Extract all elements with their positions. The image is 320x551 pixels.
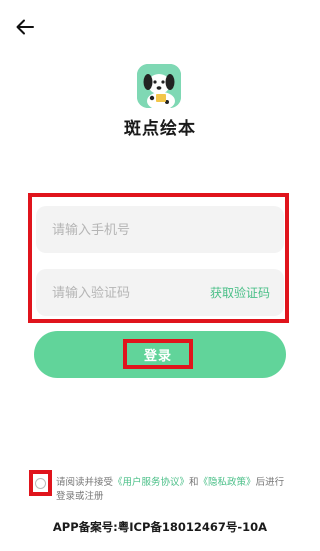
code-field[interactable]: 获取验证码 <box>36 269 284 318</box>
verification-code-input[interactable] <box>50 269 204 318</box>
arrow-left-icon <box>16 19 34 35</box>
user-agreement-link[interactable]: 《用户服务协议》 <box>113 477 189 488</box>
agreement-text: 请阅读并接受《用户服务协议》和《隐私政策》后进行登录或注册 <box>56 476 290 504</box>
agreement-conjunction: 和 <box>189 477 199 488</box>
agreement-checkbox[interactable] <box>35 477 46 489</box>
agreement-checkbox-highlight <box>29 470 52 496</box>
app-logo <box>137 64 181 108</box>
privacy-policy-link[interactable]: 《隐私政策》 <box>199 477 256 488</box>
agreement-prefix: 请阅读并接受 <box>56 477 114 488</box>
login-button-highlight: 登录 <box>123 339 193 369</box>
back-button[interactable] <box>12 14 38 40</box>
phone-field[interactable] <box>36 206 284 255</box>
login-button-label: 登录 <box>143 348 172 364</box>
dalmatian-dog-logo <box>137 64 181 108</box>
app-name: 斑点绘本 <box>124 119 196 139</box>
icp-record: APP备案号:粤ICP备18012467号-10A <box>52 520 268 534</box>
phone-input[interactable] <box>50 206 204 255</box>
get-code-button[interactable]: 获取验证码 <box>210 284 270 301</box>
